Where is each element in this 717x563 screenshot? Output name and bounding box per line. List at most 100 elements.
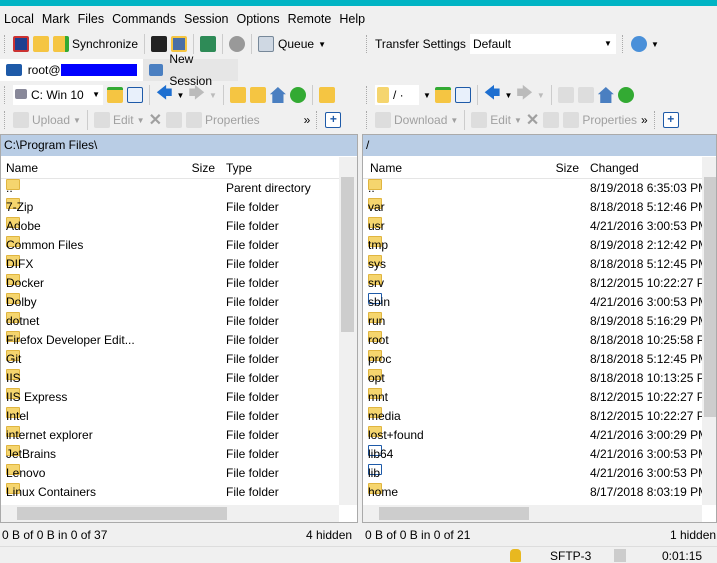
- file-row[interactable]: srv 8/12/2015 10:22:27 PM: [363, 274, 716, 293]
- column-changed[interactable]: Changed: [590, 161, 639, 175]
- menu-help[interactable]: Help: [335, 9, 369, 29]
- edit-button[interactable]: Edit ▼: [471, 112, 522, 128]
- file-row[interactable]: Dolby File folder: [1, 293, 357, 312]
- root-directory-icon[interactable]: [249, 87, 266, 103]
- refresh-icon[interactable]: [617, 87, 634, 103]
- download-button[interactable]: Download ▼: [375, 112, 458, 128]
- file-row[interactable]: sbin 4/21/2016 3:00:53 PM: [363, 293, 716, 312]
- tree-icon[interactable]: [318, 87, 335, 103]
- file-row[interactable]: internet explorer File folder: [1, 426, 357, 445]
- column-size[interactable]: Size: [553, 161, 579, 175]
- menu-mark[interactable]: Mark: [38, 9, 74, 29]
- home-icon[interactable]: [269, 87, 286, 103]
- file-row[interactable]: mnt 8/12/2015 10:22:27 PM: [363, 388, 716, 407]
- more-chevron-icon[interactable]: »: [304, 113, 311, 127]
- remote-column-header: Name Size Changed: [363, 156, 716, 179]
- menu-commands[interactable]: Commands: [108, 9, 180, 29]
- compare-icon[interactable]: [13, 36, 29, 52]
- column-name[interactable]: Name: [6, 161, 38, 175]
- file-row[interactable]: Firefox Developer Edit... File folder: [1, 331, 357, 350]
- file-row[interactable]: media 8/12/2015 10:22:27 PM: [363, 407, 716, 426]
- parent-directory-icon[interactable]: [557, 87, 574, 103]
- file-row[interactable]: tmp 8/19/2018 2:12:42 PM: [363, 236, 716, 255]
- column-size[interactable]: Size: [191, 161, 215, 175]
- tab-session-root[interactable]: root@: [0, 59, 143, 81]
- back-arrow-icon[interactable]: 🡄: [484, 82, 501, 109]
- properties-button[interactable]: Properties: [185, 112, 260, 128]
- file-row[interactable]: JetBrains File folder: [1, 445, 357, 464]
- file-row[interactable]: .. 8/19/2018 6:35:03 PM: [363, 179, 716, 198]
- file-row[interactable]: Adobe File folder: [1, 217, 357, 236]
- file-row[interactable]: IIS File folder: [1, 369, 357, 388]
- menu-remote[interactable]: Remote: [284, 9, 336, 29]
- new-icon[interactable]: +: [662, 112, 679, 128]
- file-row[interactable]: lib64 4/21/2016 3:00:53 PM: [363, 445, 716, 464]
- window-top-border: [0, 0, 717, 6]
- file-row[interactable]: var 8/18/2018 5:12:46 PM: [363, 198, 716, 217]
- transfer-settings-select[interactable]: Default ▼: [469, 34, 616, 54]
- open-folder-icon[interactable]: [434, 87, 451, 103]
- file-row[interactable]: usr 4/21/2016 3:00:53 PM: [363, 217, 716, 236]
- queue-button[interactable]: Queue ▼: [258, 36, 326, 52]
- new-icon[interactable]: +: [325, 112, 342, 128]
- synchronize-button[interactable]: Synchronize: [53, 36, 138, 52]
- transfer-sync-icon[interactable]: [630, 36, 647, 52]
- refresh-icon[interactable]: [289, 87, 306, 103]
- file-row[interactable]: run 8/19/2018 5:16:29 PM: [363, 312, 716, 331]
- rename-icon[interactable]: [543, 112, 560, 128]
- parent-directory-icon[interactable]: [229, 87, 246, 103]
- file-row[interactable]: lost+found 4/21/2016 3:00:29 PM: [363, 426, 716, 445]
- rename-icon[interactable]: [165, 112, 182, 128]
- remote-file-list: .. 8/19/2018 6:35:03 PM var 8/18/2018 5:12:…: [363, 179, 716, 502]
- upload-button[interactable]: Upload ▼: [13, 112, 81, 128]
- forward-arrow-icon[interactable]: 🡆: [188, 82, 205, 109]
- file-row[interactable]: Linux Containers File folder: [1, 483, 357, 502]
- file-row[interactable]: IIS Express File folder: [1, 388, 357, 407]
- column-type[interactable]: Type: [226, 161, 252, 175]
- local-drive-select[interactable]: C: Win 10 ▼: [13, 85, 103, 105]
- file-row[interactable]: Docker File folder: [1, 274, 357, 293]
- file-row[interactable]: root 8/18/2018 10:25:58 PM: [363, 331, 716, 350]
- file-row[interactable]: Lenovo File folder: [1, 464, 357, 483]
- remote-path-select[interactable]: / ·: [375, 85, 419, 105]
- sync-browse-icon[interactable]: [33, 36, 49, 52]
- file-row[interactable]: Intel File folder: [1, 407, 357, 426]
- filter-icon[interactable]: [454, 87, 471, 103]
- toolbar-grip[interactable]: [4, 35, 7, 53]
- chevron-down-icon[interactable]: ▼: [651, 40, 659, 49]
- horizontal-scrollbar[interactable]: [363, 505, 702, 522]
- file-row[interactable]: home 8/17/2018 8:03:19 PM: [363, 483, 716, 502]
- edit-button[interactable]: Edit ▼: [93, 112, 145, 128]
- horizontal-scrollbar[interactable]: [1, 505, 339, 522]
- tab-new-session[interactable]: New Session: [143, 52, 238, 88]
- file-row[interactable]: proc 8/18/2018 5:12:45 PM: [363, 350, 716, 369]
- file-row[interactable]: opt 8/18/2018 10:13:25 PM: [363, 369, 716, 388]
- vertical-scrollbar[interactable]: [702, 157, 716, 505]
- terminal-icon[interactable]: [151, 36, 168, 52]
- delete-icon[interactable]: ✕: [149, 110, 162, 130]
- file-row[interactable]: Common Files File folder: [1, 236, 357, 255]
- file-row[interactable]: DIFX File folder: [1, 255, 357, 274]
- file-row[interactable]: 7-Zip File folder: [1, 198, 357, 217]
- home-icon[interactable]: [597, 87, 614, 103]
- open-folder-icon[interactable]: [107, 87, 123, 103]
- properties-button[interactable]: Properties: [563, 112, 637, 128]
- status-bar: SFTP-3 0:01:15: [0, 546, 717, 563]
- menu-local[interactable]: Local: [0, 9, 38, 29]
- menu-session[interactable]: Session: [180, 9, 232, 29]
- file-row[interactable]: dotnet File folder: [1, 312, 357, 331]
- file-row[interactable]: .. Parent directory: [1, 179, 357, 198]
- file-row[interactable]: lib 4/21/2016 3:00:53 PM: [363, 464, 716, 483]
- vertical-scrollbar[interactable]: [339, 157, 357, 505]
- filter-icon[interactable]: [127, 87, 143, 103]
- delete-icon[interactable]: ✕: [526, 110, 539, 130]
- root-directory-icon[interactable]: [577, 87, 594, 103]
- back-arrow-icon[interactable]: 🡄: [156, 82, 173, 109]
- file-row[interactable]: sys 8/18/2018 5:12:45 PM: [363, 255, 716, 274]
- file-row[interactable]: Git File folder: [1, 350, 357, 369]
- menu-files[interactable]: Files: [74, 9, 108, 29]
- forward-arrow-icon[interactable]: 🡆: [516, 82, 533, 109]
- menu-options[interactable]: Options: [232, 9, 283, 29]
- more-chevron-icon[interactable]: »: [641, 113, 648, 127]
- column-name[interactable]: Name: [370, 161, 402, 175]
